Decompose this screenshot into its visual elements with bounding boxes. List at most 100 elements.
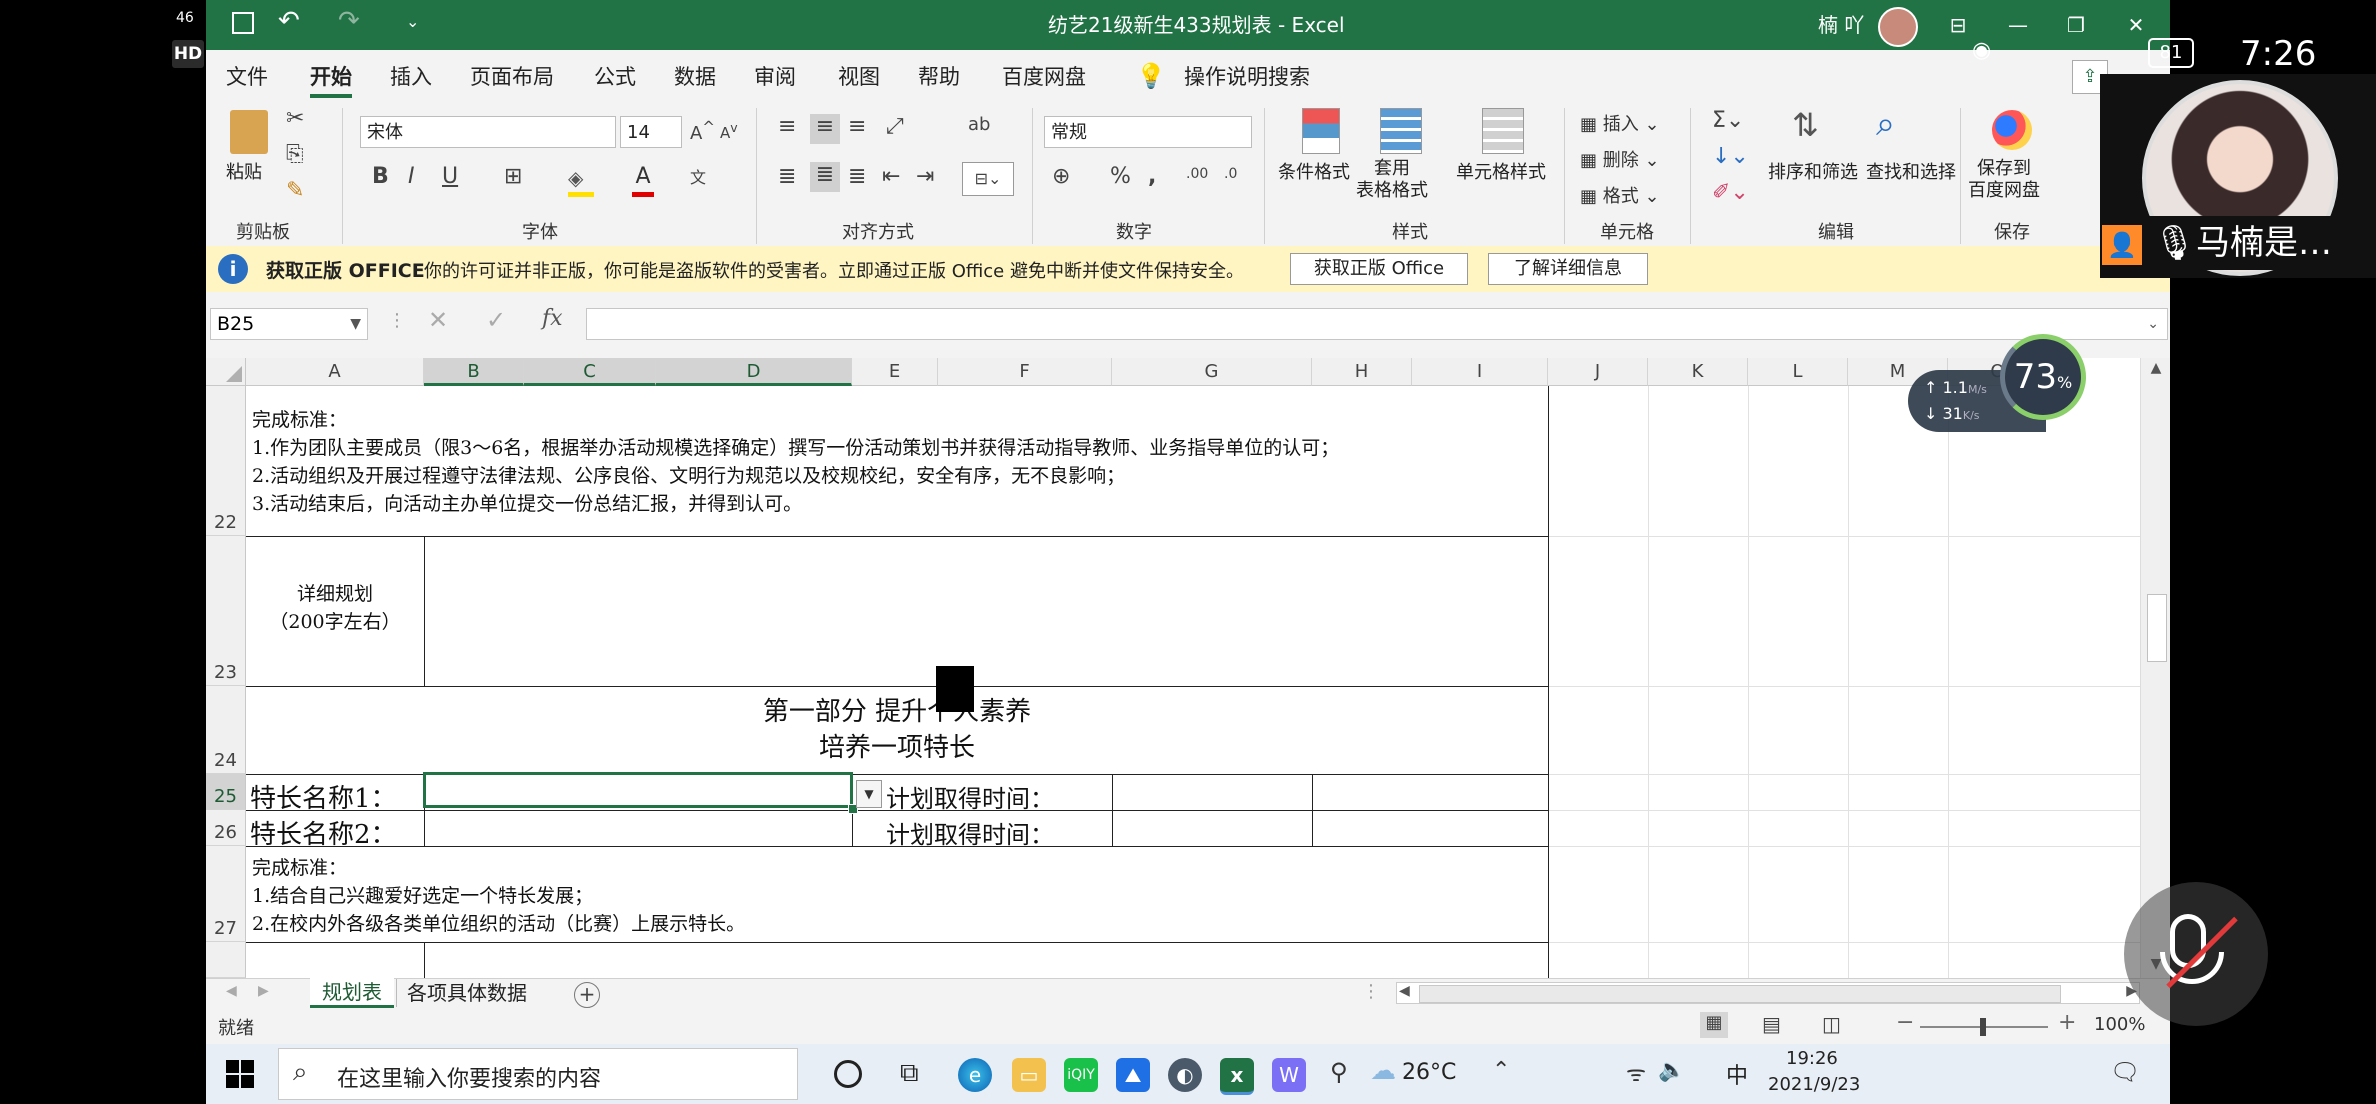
mute-mic-button[interactable] [2124,882,2268,1026]
iqiyi-icon[interactable]: iQIY [1064,1058,1098,1092]
formula-input[interactable]: ⌄ [586,308,2168,340]
row-header-25[interactable]: 25 [206,774,246,810]
tab-page-layout[interactable]: 页面布局 [470,60,554,94]
zoom-out-button[interactable]: − [1896,1010,1914,1035]
baidu-pan-icon[interactable] [1992,110,2032,150]
align-left-icon[interactable]: ≣ [778,164,796,189]
merge-center-icon[interactable]: ⊟⌄ [962,162,1014,196]
horizontal-scrollbar[interactable]: ◀ ▶ [1396,982,2140,1004]
people-icon[interactable]: ⚲ [1330,1058,1348,1086]
caller-name-bar[interactable]: 👤 🎙马楠是… [2100,216,2376,270]
zoom-slider[interactable] [1920,1018,2048,1036]
conditional-format-icon[interactable] [1302,108,1340,154]
cut-icon[interactable]: ✂ [286,106,304,131]
notification-icon[interactable]: 🗨 [2110,1058,2140,1086]
table-format-button[interactable]: 套用 表格格式 [1356,158,1428,202]
zoom-in-button[interactable]: + [2058,1010,2076,1035]
row-header-24[interactable]: 24 [206,686,246,774]
align-middle-icon[interactable]: ≡ [810,114,840,144]
tell-me-search[interactable]: 操作说明搜索 [1184,60,1310,94]
tab-view[interactable]: 视图 [838,60,880,94]
scroll-thumb[interactable] [2147,594,2167,662]
cancel-icon[interactable]: ✕ [428,306,448,334]
tab-data[interactable]: 数据 [674,60,716,94]
zoom-level[interactable]: 100% [2094,1014,2145,1035]
windows-start-icon[interactable] [226,1060,254,1088]
col-header-l[interactable]: L [1748,358,1848,386]
grow-font-icon[interactable]: A^ [690,118,715,144]
weather-icon[interactable]: ☁ [1370,1056,1396,1086]
wps-icon[interactable]: W [1272,1058,1306,1092]
col-header-d[interactable]: D [656,358,852,386]
col-header-e[interactable]: E [852,358,938,386]
decrease-indent-icon[interactable]: ⇤ [882,164,900,189]
shrink-font-icon[interactable]: Av [720,120,738,142]
cell-styles-button[interactable]: 单元格样式 [1456,158,1546,184]
font-color-icon[interactable]: A [632,164,654,197]
row-header-26[interactable]: 26 [206,810,246,846]
italic-icon[interactable]: I [408,164,415,189]
cell-styles-icon[interactable] [1482,108,1524,154]
col-header-h[interactable]: H [1312,358,1412,386]
font-name-combo[interactable]: 宋体 [360,116,616,148]
clear-icon[interactable]: ✐⌄ [1712,180,1749,205]
redo-icon[interactable]: ↷ [338,6,360,36]
find-select-button[interactable]: 查找和选择 [1866,158,1956,184]
number-format-combo[interactable]: 常规 [1044,116,1252,148]
ime-indicator[interactable]: 中 [1726,1058,1748,1090]
minimize-button[interactable]: — [1990,0,2046,50]
sort-filter-button[interactable]: 排序和筛选 [1768,158,1858,184]
copy-icon[interactable]: ⎘ [286,142,304,167]
increase-indent-icon[interactable]: ⇥ [916,164,934,189]
increase-decimal-icon[interactable]: .00 [1186,166,1208,182]
excel-taskbar-icon[interactable]: x [1220,1058,1254,1095]
save-to-pan-button[interactable]: 保存到 百度网盘 [1968,158,2040,202]
tab-review[interactable]: 审阅 [754,60,796,94]
align-top-icon[interactable]: ≡ [778,114,796,139]
select-all-button[interactable] [206,358,246,386]
fill-icon[interactable]: ↓⌄ [1712,144,1749,169]
find-select-icon[interactable]: ⌕ [1876,104,1895,144]
paste-button[interactable]: 粘贴 [226,158,262,184]
dropdown-arrow-button[interactable]: ▼ [856,780,882,808]
taskbar-search-box[interactable]: ⌕ 在这里输入你要搜索的内容 [278,1048,798,1100]
col-header-a[interactable]: A [246,358,424,386]
photo-app-icon[interactable]: ◐ [1168,1058,1202,1092]
cpu-gauge[interactable]: 73% [2000,334,2086,420]
section-heading[interactable]: 第一部分 提升个人素养 培养一项特长 [246,694,1548,766]
completion-criteria-27[interactable]: 完成标准： 1.结合自己兴趣爱好选定一个特长发展； 2.在校内外各级各类单位组织… [252,854,745,938]
tab-file[interactable]: 文件 [226,60,268,94]
next-sheet-arrow[interactable]: ▶ [258,983,269,999]
detailed-plan-input-cell[interactable] [425,537,1547,685]
volume-icon[interactable]: 🔈 [1658,1058,1685,1083]
col-header-i[interactable]: I [1412,358,1548,386]
specialty-name-2-input[interactable] [425,811,851,845]
prev-sheet-arrow[interactable]: ◀ [226,983,237,999]
feishu-icon[interactable]: ⛰ [1116,1058,1150,1092]
clock-time[interactable]: 19:26 [1786,1048,1838,1069]
autosum-icon[interactable]: Σ⌄ [1712,108,1744,133]
col-header-k[interactable]: K [1648,358,1748,386]
name-box[interactable]: B25 ▼ [210,308,368,340]
borders-icon[interactable]: ⊞ [504,164,522,189]
get-genuine-button[interactable]: 获取正版 Office [1290,253,1468,285]
fill-color-icon[interactable]: ◈ [568,166,594,197]
orientation-icon[interactable]: ⤢ [886,114,904,139]
sheet-tab-active[interactable]: 规划表 [310,978,394,1008]
font-size-combo[interactable]: 14 [620,116,682,148]
align-center-icon[interactable]: ≣ [810,162,840,192]
delete-cells-button[interactable]: ▦ 删除 ⌄ [1580,146,1660,172]
phonetic-icon[interactable]: 文 [690,164,706,188]
undo-icon[interactable]: ↶ [278,6,300,36]
tab-home[interactable]: 开始 [310,60,352,98]
tab-insert[interactable]: 插入 [390,60,432,94]
insert-cells-button[interactable]: ▦ 插入 ⌄ [1580,110,1660,136]
table-format-icon[interactable] [1380,108,1422,154]
accounting-icon[interactable]: ⊕ [1052,164,1070,189]
insert-function-icon[interactable]: fx [542,306,563,331]
hscroll-left-arrow[interactable]: ◀ [1399,983,1410,999]
specialty-name-2-label[interactable]: 特长名称2： [250,814,397,851]
sheet-tab[interactable]: 各项具体数据 [396,979,537,1007]
zoom-slider-thumb[interactable] [1980,1018,1986,1036]
scroll-up-arrow[interactable]: ▲ [2141,360,2170,376]
